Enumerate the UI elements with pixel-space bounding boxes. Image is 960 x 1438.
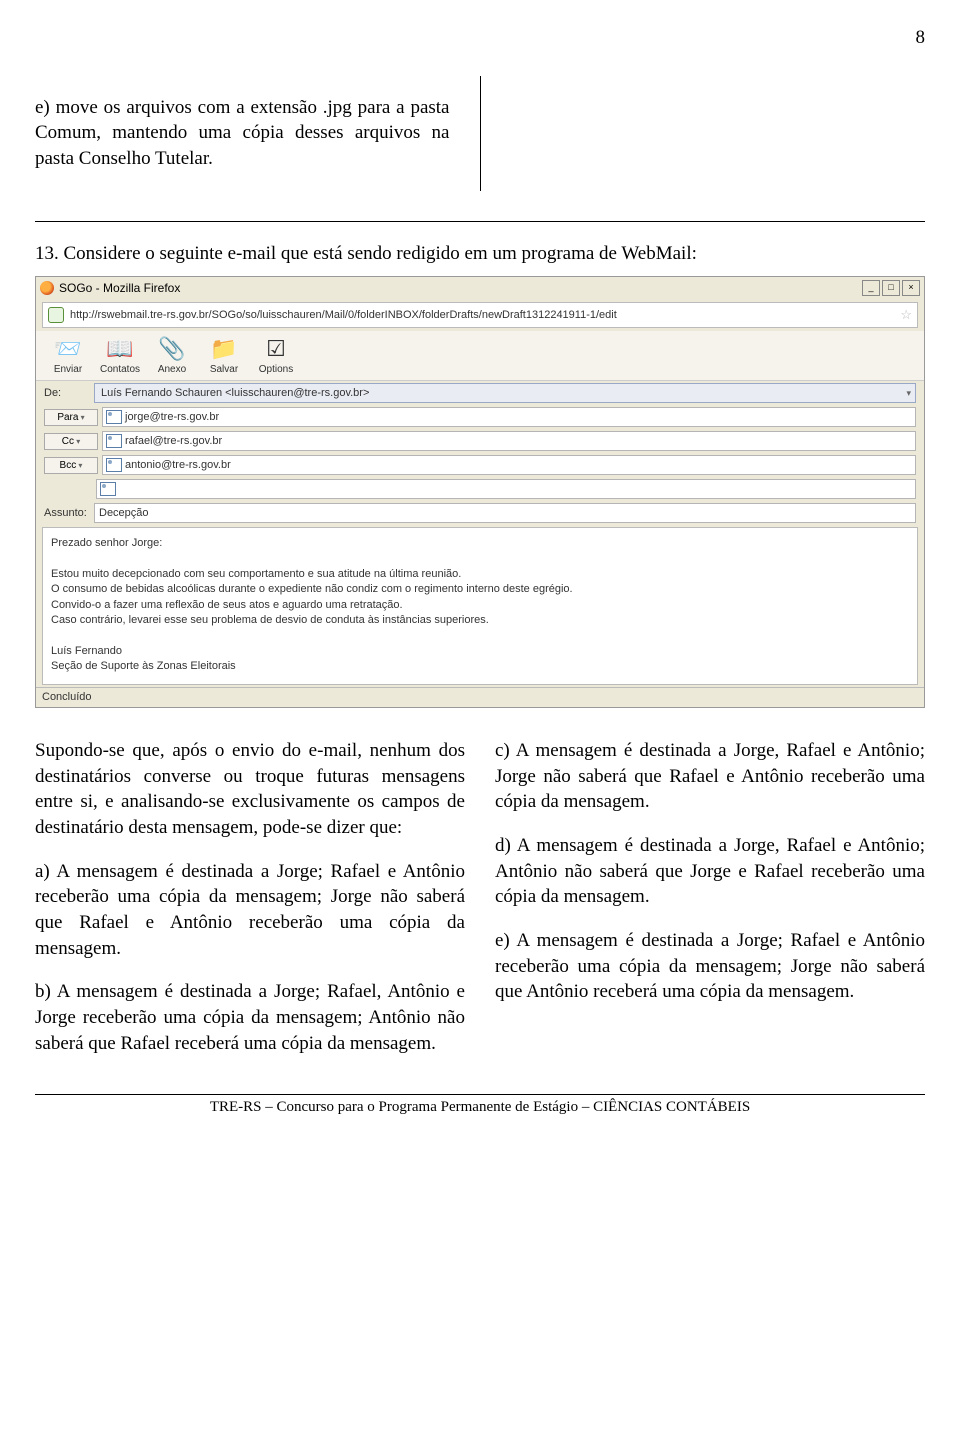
body-greeting: Prezado senhor Jorge: [51,536,909,551]
subject-input[interactable]: Decepção [94,503,916,523]
option-b: b) A mensagem é destinada a Jorge; Rafae… [35,979,465,1056]
options-button[interactable]: ☑ Options [250,335,302,377]
attach-button[interactable]: 📎 Anexo [146,335,198,377]
cc-button[interactable]: Cc [44,433,98,451]
close-button[interactable]: × [902,280,920,296]
cc-value: rafael@tre-rs.gov.br [125,435,222,447]
bcc-value: antonio@tre-rs.gov.br [125,459,231,471]
send-label: Enviar [54,364,82,375]
option-d: d) A mensagem é destinada a Jorge, Rafae… [495,833,925,910]
paperclip-icon: 📎 [146,335,198,363]
bcc-row: Bcc antonio@tre-rs.gov.br [36,453,924,477]
bookmark-star-icon[interactable]: ☆ [900,306,912,324]
extra-recipient-input[interactable] [96,479,916,499]
left-col: e) move os arquivos com a extensão .jpg … [35,76,450,191]
webmail-screenshot: SOGo - Mozilla Firefox _ □ × http://rswe… [35,276,925,708]
body-line2: O consumo de bebidas alcoólicas durante … [51,582,909,597]
option-a: a) A mensagem é destinada a Jorge; Rafae… [35,859,465,962]
from-select[interactable]: Luís Fernando Schauren <luisschauren@tre… [94,383,916,403]
window-title: SOGo - Mozilla Firefox [59,280,180,296]
top-columns: e) move os arquivos com a extensão .jpg … [35,76,925,191]
to-row: Para jorge@tre-rs.gov.br [36,405,924,429]
answers-right: c) A mensagem é destinada a Jorge, Rafae… [495,738,925,1074]
contact-card-icon [106,410,122,424]
option-e2: e) A mensagem é destinada a Jorge; Rafae… [495,928,925,1005]
firefox-icon [40,281,54,295]
status-bar: Concluído [36,687,924,707]
question-13-prompt: 13. Considere o seguinte e-mail que está… [35,241,925,267]
option-c: c) A mensagem é destinada a Jorge, Rafae… [495,738,925,815]
body-sign1: Luís Fernando [51,644,909,659]
answers-left: Supondo-se que, após o envio do e-mail, … [35,738,465,1074]
options-icon: ☑ [250,335,302,363]
options-label: Options [259,364,293,375]
question-stem: Supondo-se que, após o envio do e-mail, … [35,738,465,841]
reload-icon[interactable] [48,307,64,323]
body-line3: Convido-o a fazer uma reflexão de seus a… [51,598,909,613]
answers-columns: Supondo-se que, após o envio do e-mail, … [35,738,925,1074]
contact-card-icon [106,458,122,472]
attach-label: Anexo [158,364,186,375]
body-line4: Caso contrário, levarei esse seu problem… [51,613,909,628]
send-icon: 📨 [42,335,94,363]
bcc-input[interactable]: antonio@tre-rs.gov.br [102,455,916,475]
subject-label: Assunto: [44,506,94,521]
compose-toolbar: 📨 Enviar 📖 Contatos 📎 Anexo 📁 Salvar ☑ O… [36,331,924,382]
body-line1: Estou muito decepcionado com seu comport… [51,567,909,582]
to-value: jorge@tre-rs.gov.br [125,411,219,423]
extra-row [36,477,924,501]
contact-card-icon [100,482,116,496]
save-button[interactable]: 📁 Salvar [198,335,250,377]
option-e-text: e) move os arquivos com a extensão .jpg … [35,95,450,172]
body-sign2: Seção de Suporte às Zonas Eleitorais [51,659,909,674]
from-label: De: [44,386,94,401]
to-button[interactable]: Para [44,409,98,427]
cc-row: Cc rafael@tre-rs.gov.br [36,429,924,453]
to-input[interactable]: jorge@tre-rs.gov.br [102,407,916,427]
contacts-label: Contatos [100,364,140,375]
bcc-button[interactable]: Bcc [44,457,98,475]
address-bar[interactable]: http://rswebmail.tre-rs.gov.br/SOGo/so/l… [42,302,918,328]
minimize-button[interactable]: _ [862,280,880,296]
contacts-button[interactable]: 📖 Contatos [94,335,146,377]
cc-input[interactable]: rafael@tre-rs.gov.br [102,431,916,451]
url-text: http://rswebmail.tre-rs.gov.br/SOGo/so/l… [70,308,617,323]
right-col [511,76,926,191]
save-icon: 📁 [198,335,250,363]
message-body[interactable]: Prezado senhor Jorge: Estou muito decepc… [42,527,918,685]
maximize-button[interactable]: □ [882,280,900,296]
page-footer: TRE-RS – Concurso para o Programa Perman… [35,1094,925,1117]
send-button[interactable]: 📨 Enviar [42,335,94,377]
from-row: De: Luís Fernando Schauren <luisschauren… [36,381,924,405]
titlebar: SOGo - Mozilla Firefox _ □ × [36,277,924,299]
save-label: Salvar [210,364,238,375]
column-divider [480,76,481,191]
page-number: 8 [35,25,925,51]
question-divider [35,221,925,222]
contacts-icon: 📖 [94,335,146,363]
contact-card-icon [106,434,122,448]
subject-row: Assunto: Decepção [36,501,924,525]
